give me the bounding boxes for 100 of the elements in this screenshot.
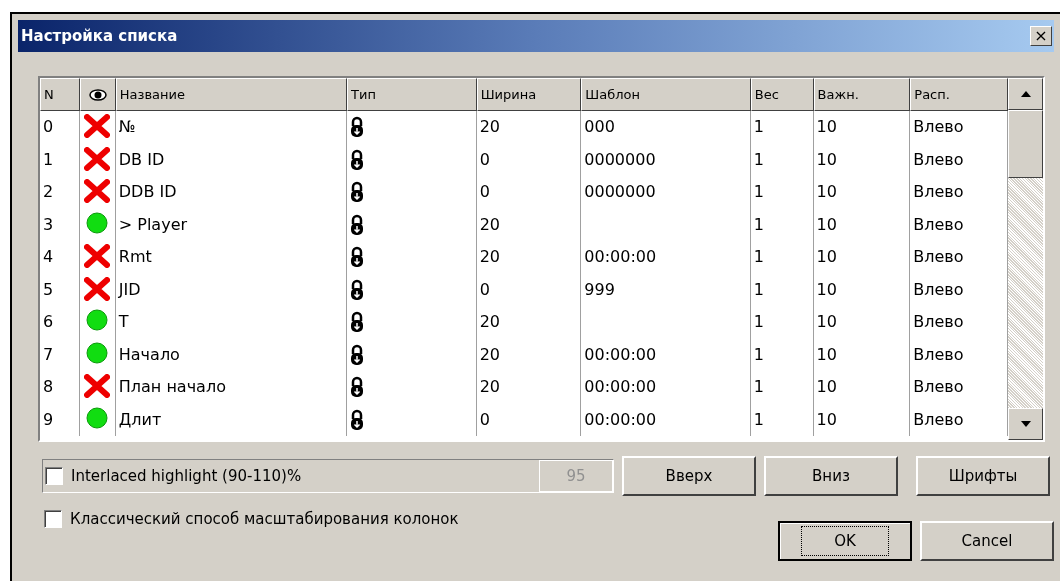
table-cell: 20 [479,312,500,331]
scrollbar[interactable] [1008,78,1043,440]
dialog-button[interactable]: OK [778,521,912,561]
table-cell: 0 [479,182,490,201]
close-button[interactable]: × [1030,26,1052,46]
table-cell: 00:00:00 [584,247,657,266]
checkbox[interactable] [44,510,62,528]
table-cell: 0 [43,117,54,136]
column-header[interactable]: N [40,78,80,111]
table-cell: 10 [816,344,837,364]
table-cell: 1 [753,214,764,234]
lock-icon [350,213,365,236]
table-cell: 2 [43,182,54,201]
table-cell: 1 [43,149,54,169]
up-arrow-icon [1020,91,1031,97]
table-cell: 20 [479,344,500,364]
table-cell: 1 [753,149,764,169]
table-cell: Начало [118,344,180,364]
table-cell: Влево [913,409,964,429]
table-cell: 00:00:00 [584,409,657,429]
column-header[interactable]: Ширина [476,78,582,111]
table-cell: 10 [816,117,837,136]
table-cell: Rmt [118,247,152,266]
table-cell: 5 [43,279,54,299]
table-cell: 3 [43,214,54,234]
table-cell: 10 [816,247,837,266]
table-cell: План начало [118,377,226,396]
lock-icon [350,408,365,431]
table-cell: 1 [753,182,764,201]
table-cell: 1 [753,377,764,396]
table-cell: Влево [913,344,964,364]
table-cell: 20 [479,377,500,396]
lock-icon [350,116,365,138]
window-title: Настройка списка [20,27,178,45]
table-cell: 4 [43,247,54,266]
table-cell: T [118,312,129,331]
column-header[interactable]: Название [115,78,348,111]
table-cell: Влево [913,377,964,396]
table-cell: 6 [43,312,54,331]
table-cell: 7 [43,344,54,364]
action-button[interactable]: Вверх [622,456,756,496]
table-cell: 10 [816,377,837,396]
checkbox-label: Классический способ масштабирования колонок [70,510,459,528]
table-cell: Влево [913,279,964,299]
table-cell: 1 [753,312,764,331]
table-cell: 9 [43,409,54,429]
table-cell: DB ID [118,149,165,169]
column-header[interactable]: Вес [750,78,814,111]
table-cell: 1 [753,117,764,136]
table-cell: 20 [479,214,500,234]
column-header[interactable]: Расп. [910,78,1008,111]
table-cell: 999 [584,279,615,299]
action-button[interactable]: Шрифты [916,456,1050,496]
table-cell: JID [118,279,141,299]
table-cell: 0 [479,149,490,169]
table-cell: 00:00:00 [584,344,657,364]
table-cell: 1 [753,279,764,299]
lock-icon [350,311,365,333]
table-cell: 10 [816,279,837,299]
table-cell: 1 [753,409,764,429]
table-cell: 0 [479,409,490,429]
column-header[interactable]: Тип [347,78,477,111]
table-cell: № [118,117,136,136]
lock-icon [350,278,365,301]
table-cell: 10 [816,149,837,169]
action-button[interactable]: Вниз [764,456,898,496]
table-cell: 8 [43,377,54,396]
table-cell: 0 [479,279,490,299]
table-cell: Влево [913,117,964,136]
column-header[interactable]: Шаблон [581,78,751,111]
table-cell: 0000000 [584,182,656,201]
lock-icon [350,246,365,268]
checkbox-label: Interlaced highlight (90-110)% [71,467,302,485]
table-cell: Длит [118,409,162,429]
lock-icon [350,343,365,366]
column-header[interactable] [79,78,116,111]
table-cell: Влево [913,182,964,201]
table-cell: 20 [479,247,500,266]
table-cell: 10 [816,409,837,429]
scroll-down-button[interactable] [1008,408,1043,440]
lock-icon [350,376,365,398]
scroll-up-button[interactable] [1008,78,1043,110]
table-cell: Влево [913,247,964,266]
scroll-thumb[interactable] [1008,110,1043,178]
table-cell: 0000000 [584,149,656,169]
table-cell: 10 [816,312,837,331]
table-cell: 000 [584,117,615,136]
eye-icon [88,87,107,102]
lock-icon [350,181,365,203]
table-cell: 10 [816,182,837,201]
dialog-button[interactable]: Cancel [920,521,1054,561]
table-cell: 1 [753,247,764,266]
table-cell: 20 [479,117,500,136]
table-cell: Влево [913,149,964,169]
column-header[interactable]: Важн. [813,78,911,111]
table-cell: Влево [913,312,964,331]
table-cell: DDB ID [118,182,177,201]
table-cell: Влево [913,214,964,234]
lock-icon [350,148,365,171]
down-arrow-icon [1020,421,1031,427]
